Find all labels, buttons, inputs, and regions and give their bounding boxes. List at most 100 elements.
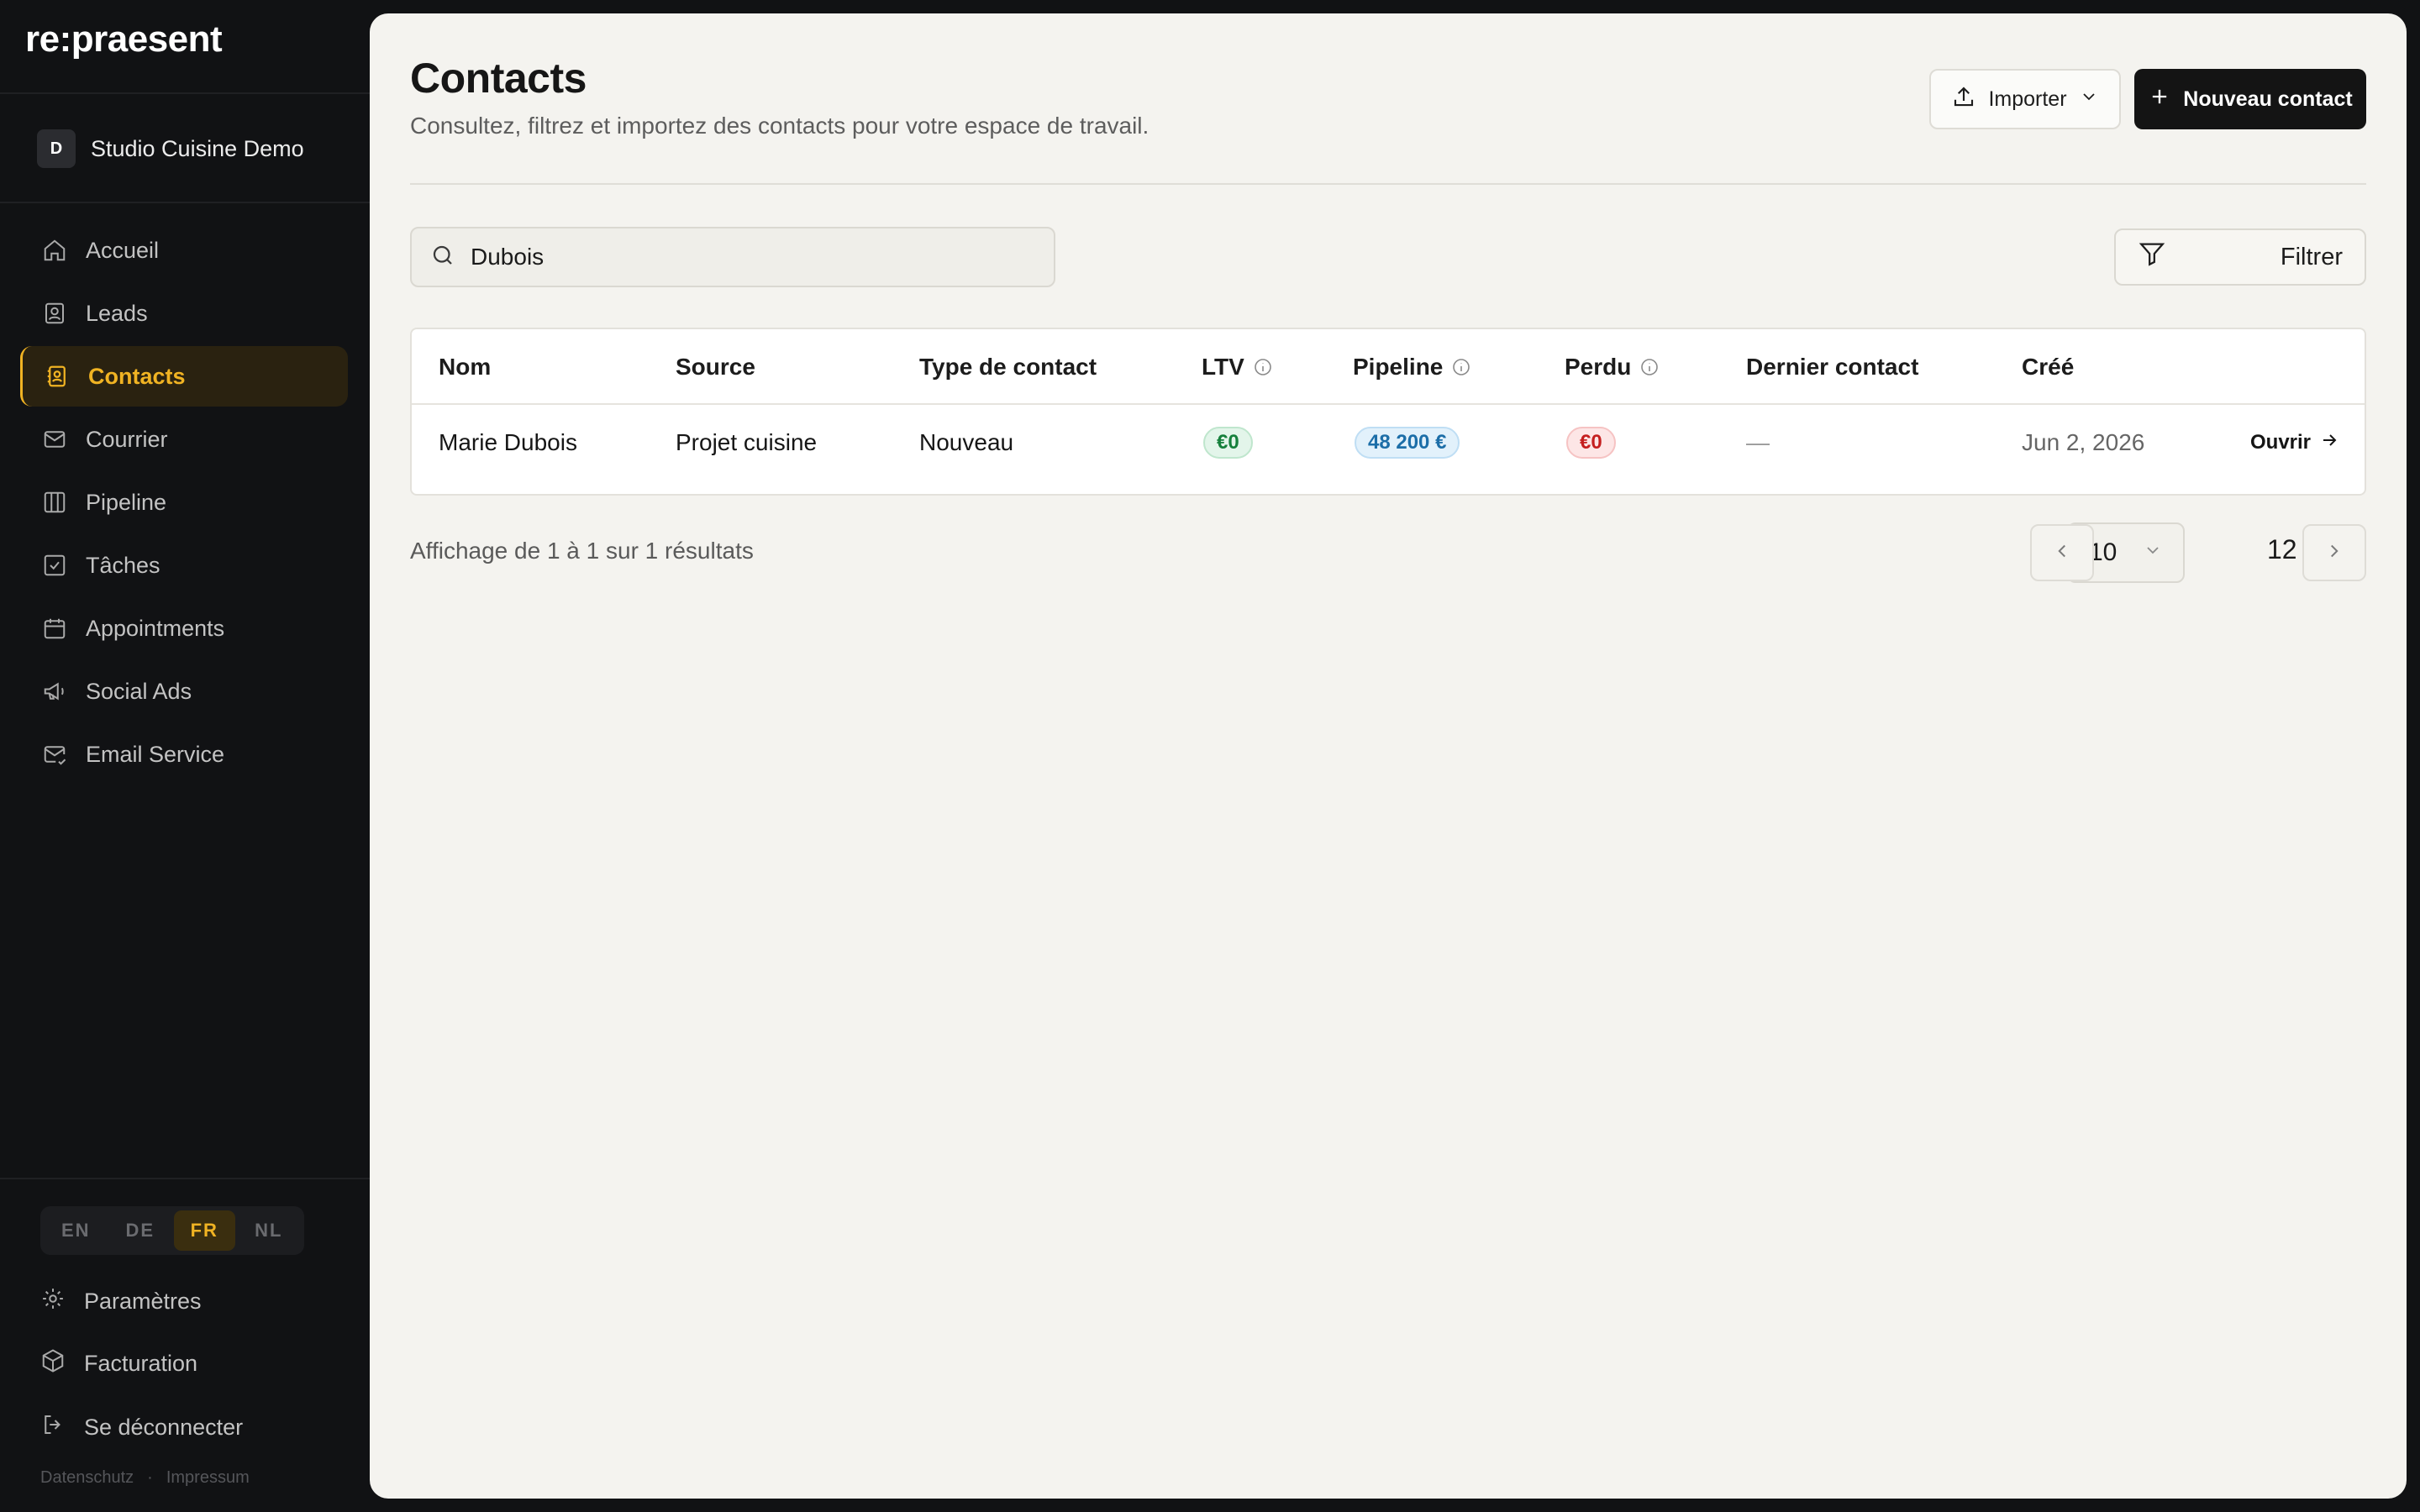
import-button[interactable]: Importer [1929,69,2121,129]
main-panel: Contacts Consultez, filtrez et importez … [370,13,2407,1499]
created-date: Jun 2, 2026 [2022,429,2145,455]
header-divider [410,183,2366,185]
mail-check-icon [42,742,67,767]
address-book-icon [45,364,70,389]
sidebar-item-label: Accueil [86,237,160,263]
sidebar-item-email-service[interactable]: Email Service [20,724,348,785]
perdu-badge: €0 [1566,427,1616,459]
logout-icon [40,1412,66,1443]
language-switcher: EN DE FR NL [40,1206,304,1255]
billing-label: Facturation [84,1350,198,1376]
contact-name[interactable]: Marie Dubois [439,405,577,480]
chevron-down-icon [2143,538,2163,567]
sidebar-item-appointments[interactable]: Appointments [20,598,348,659]
language-de[interactable]: DE [110,1210,171,1251]
sidebar-item-accueil[interactable]: Accueil [20,220,348,281]
language-en[interactable]: EN [45,1210,107,1251]
pipeline-badge: 48 200 € [1355,427,1460,459]
page-subtitle: Consultez, filtrez et importez des conta… [410,113,1150,139]
filter-button[interactable]: Filtrer [2114,228,2366,286]
sidebar-item-social-ads[interactable]: Social Ads [20,661,348,722]
billing-link[interactable]: Facturation [40,1342,197,1384]
mail-icon [42,427,67,452]
column-header-nom[interactable]: Nom [439,329,491,405]
calendar-icon [42,616,67,641]
language-nl[interactable]: NL [239,1210,300,1251]
open-link[interactable]: Ouvrir [2250,430,2339,456]
columns-icon [42,490,67,515]
page-number: 12 [2267,534,2297,564]
filter-label: Filtrer [2280,243,2343,270]
sidebar-divider [0,1178,370,1179]
chevron-left-icon [2051,540,2073,566]
sidebar-footer: Datenschutz · Impressum [40,1468,250,1488]
column-header-perdu[interactable]: Perdu [1565,329,1660,405]
ltv-badge: €0 [1203,427,1253,459]
perdu-cell: €0 [1566,405,1616,480]
megaphone-icon [42,679,67,704]
sidebar-item-label: Email Service [86,741,225,767]
sidebar: re:praesent D Studio Cuisine Demo Accuei… [0,0,370,1512]
new-contact-button[interactable]: Nouveau contact [2134,69,2366,129]
gear-icon [40,1286,66,1317]
workspace-switcher[interactable]: D Studio Cuisine Demo [37,128,304,170]
search-input[interactable] [471,244,1008,270]
logout-label: Se déconnecter [84,1414,244,1440]
filter-icon [2138,239,2166,275]
sidebar-item-contacts[interactable]: Contacts [20,346,348,407]
footer-separator: · [147,1468,153,1487]
sidebar-item-label: Social Ads [86,678,192,704]
app-logo[interactable]: re:praesent [25,18,223,60]
sidebar-item-label: Pipeline [86,489,167,515]
next-page-button[interactable] [2302,524,2366,581]
column-header-label: LTV [1202,354,1244,380]
pipeline-cell: 48 200 € [1355,405,1460,480]
info-icon[interactable] [1639,357,1660,377]
sidebar-item-pipeline[interactable]: Pipeline [20,472,348,533]
column-header-type[interactable]: Type de contact [919,329,1097,405]
sidebar-item-label: Courrier [86,426,168,452]
privacy-link[interactable]: Datenschutz [40,1468,134,1488]
open-contact-link[interactable]: Ouvrir [2250,405,2339,480]
sidebar-nav: Accueil Leads Contacts Courrier Pipeline [20,220,348,787]
settings-label: Paramètres [84,1288,202,1314]
imprint-link[interactable]: Impressum [166,1468,250,1488]
contact-card-icon [42,301,67,326]
contact-type: Nouveau [919,429,1014,455]
home-icon [42,238,67,263]
sidebar-item-courrier[interactable]: Courrier [20,409,348,470]
previous-page-button[interactable] [2030,524,2094,581]
table-row[interactable]: Marie Dubois Projet cuisine Nouveau €0 4… [412,405,2365,480]
sidebar-item-label: Appointments [86,615,225,641]
sidebar-item-label: Contacts [88,363,186,389]
sidebar-divider [0,202,370,203]
sidebar-item-leads[interactable]: Leads [20,283,348,344]
search-icon [430,243,455,272]
contacts-table: Nom Source Type de contact LTV Pipeline … [410,328,2366,496]
results-summary: Affichage de 1 à 1 sur 1 résultats [410,538,754,564]
column-header-dernier-contact[interactable]: Dernier contact [1746,329,1918,405]
column-header-ltv[interactable]: LTV [1202,329,1273,405]
table-header: Nom Source Type de contact LTV Pipeline … [412,329,2365,405]
info-icon[interactable] [1253,357,1273,377]
checkbox-icon [42,553,67,578]
language-fr[interactable]: FR [174,1210,235,1251]
search-box [410,227,1055,287]
new-contact-label: Nouveau contact [2183,87,2353,111]
ltv-cell: €0 [1203,405,1253,480]
contact-source: Projet cuisine [676,429,818,455]
column-header-label: Pipeline [1353,354,1444,380]
chevron-down-icon [2079,87,2099,113]
info-icon[interactable] [1451,357,1471,377]
chevron-right-icon [2323,540,2345,566]
arrow-right-icon [2319,430,2339,456]
column-header-source[interactable]: Source [676,329,755,405]
plus-icon [2148,85,2171,114]
logout-link[interactable]: Se déconnecter [40,1406,243,1448]
column-header-pipeline[interactable]: Pipeline [1353,329,1471,405]
column-header-cree[interactable]: Créé [2022,329,2074,405]
settings-link[interactable]: Paramètres [40,1280,202,1322]
sidebar-item-taches[interactable]: Tâches [20,535,348,596]
sidebar-divider [0,92,370,94]
column-header-label: Perdu [1565,354,1632,380]
